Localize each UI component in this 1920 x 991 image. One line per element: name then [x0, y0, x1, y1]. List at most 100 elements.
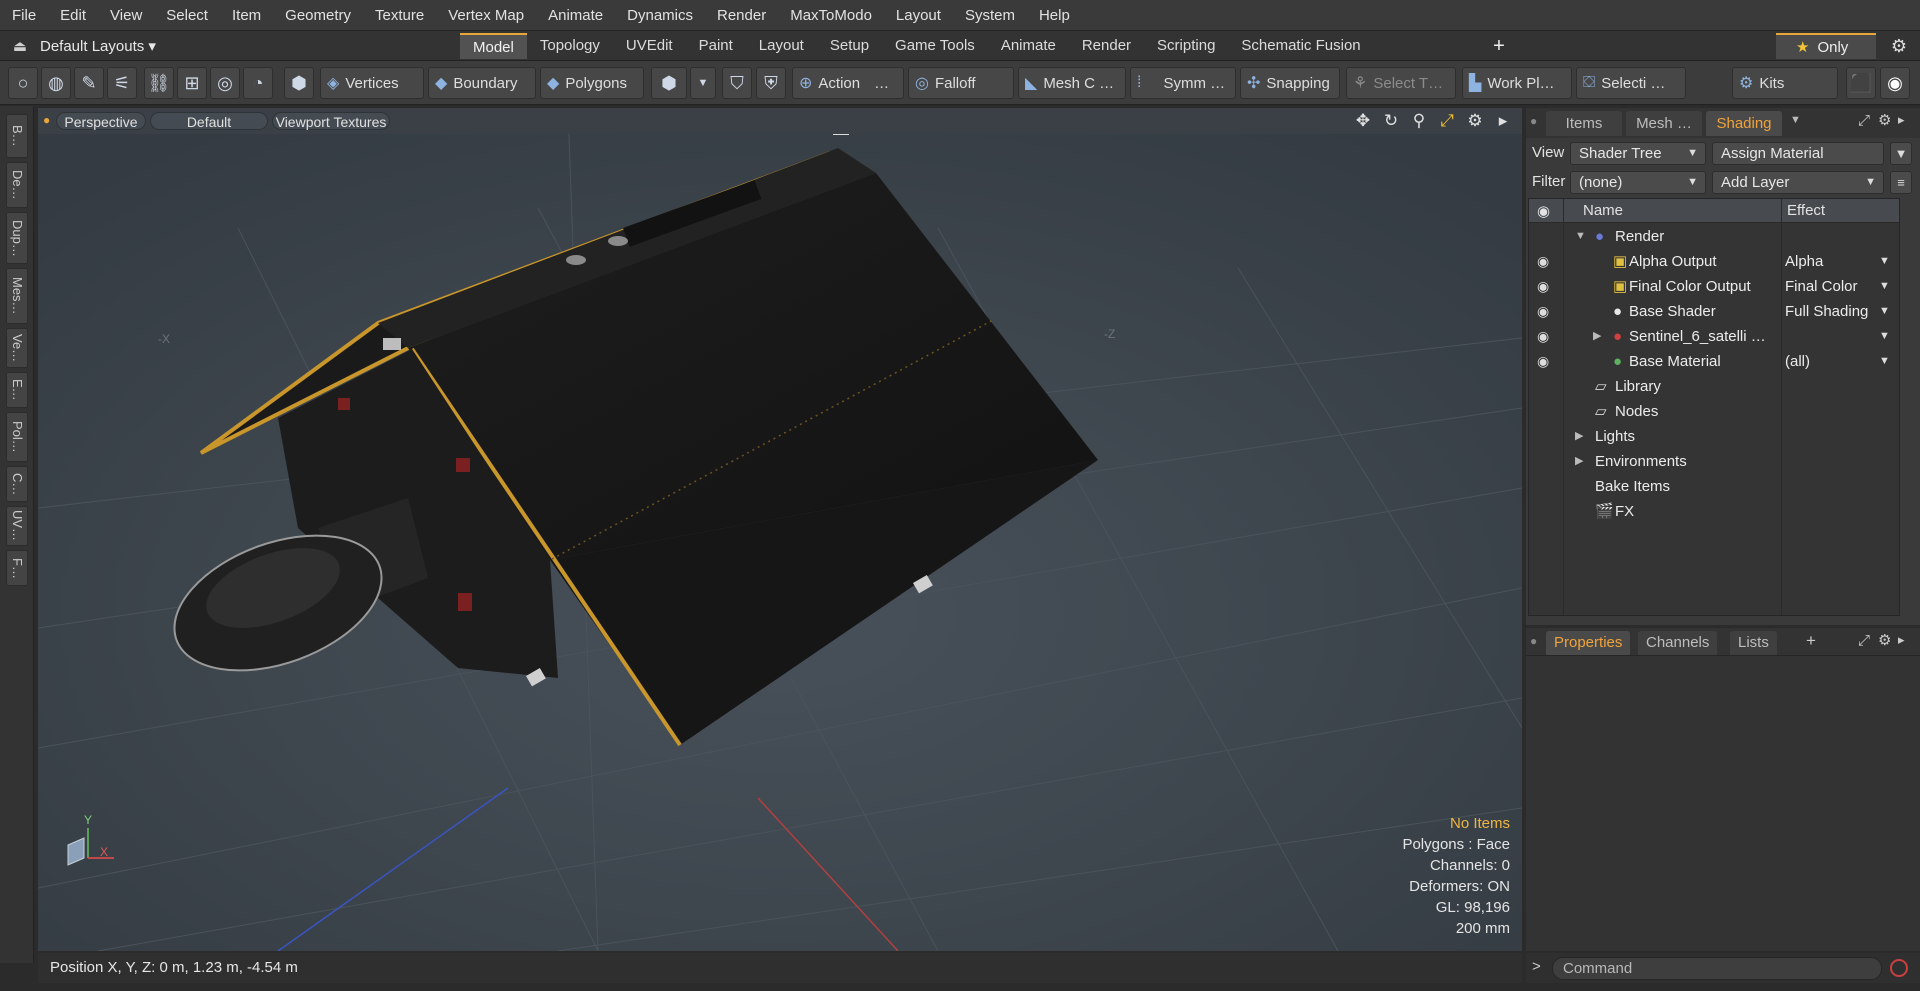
menu-layout[interactable]: Layout: [884, 0, 953, 31]
select-mode-circle-icon[interactable]: ○: [8, 67, 38, 99]
gear-icon[interactable]: ⚙: [1884, 31, 1914, 61]
chevron-down-icon[interactable]: ▼: [690, 67, 716, 99]
tab-channels[interactable]: Channels: [1638, 631, 1718, 655]
eye-icon[interactable]: ◉: [1537, 274, 1549, 299]
left-tab-vertex[interactable]: Ve…: [6, 328, 28, 368]
tab-animate[interactable]: Animate: [988, 33, 1069, 59]
cube-icon[interactable]: ⬛: [1846, 67, 1876, 99]
tree-row-fx[interactable]: 🎬 FX: [1529, 499, 1899, 524]
tree-row-sentinel-material[interactable]: ◉ ▶ ● Sentinel_6_satelli … ▼: [1529, 324, 1899, 349]
tree-row-base-shader[interactable]: ◉ ● Base Shader Full Shading ▼: [1529, 299, 1899, 324]
panel-settings-icon[interactable]: ⚙: [1878, 111, 1891, 129]
left-tab-polygon[interactable]: Pol…: [6, 412, 28, 462]
item-mode-icon[interactable]: ⬢: [284, 67, 314, 99]
effect-dropdown-icon[interactable]: ▼: [1879, 274, 1890, 299]
tab-shading[interactable]: Shading: [1706, 111, 1782, 136]
left-tab-uv[interactable]: UV…: [6, 506, 28, 546]
menu-view[interactable]: View: [98, 0, 154, 31]
tab-items[interactable]: Items: [1546, 111, 1622, 136]
left-tab-edge[interactable]: E…: [6, 372, 28, 408]
expand-triangle-icon[interactable]: ▶: [1575, 449, 1583, 474]
polygons-button[interactable]: ◆ Polygons: [540, 67, 644, 99]
material-mode-icon[interactable]: ⬢: [651, 67, 687, 99]
record-macro-icon[interactable]: [1890, 959, 1908, 977]
tab-mesh[interactable]: Mesh …: [1626, 111, 1702, 136]
menu-select[interactable]: Select: [154, 0, 220, 31]
expand-triangle-icon[interactable]: ▶: [1575, 424, 1583, 449]
panel-more-icon[interactable]: ▸: [1898, 112, 1905, 128]
falloff-button[interactable]: ◎ Falloff: [908, 67, 1014, 99]
menu-geometry[interactable]: Geometry: [273, 0, 363, 31]
collapse-triangle-icon[interactable]: ▼: [1575, 224, 1586, 249]
add-layer-select[interactable]: Add Layer ▼: [1712, 171, 1884, 194]
effect-dropdown-icon[interactable]: ▼: [1879, 249, 1890, 274]
tree-row-render[interactable]: ▼ ● Render: [1529, 224, 1899, 249]
menu-render[interactable]: Render: [705, 0, 778, 31]
unreal-icon[interactable]: ◉: [1880, 67, 1910, 99]
menu-vertex-map[interactable]: Vertex Map: [436, 0, 536, 31]
maximize-panel-icon[interactable]: ⤢: [1858, 632, 1870, 649]
selection-sets-button[interactable]: ⛋ Selecti …: [1576, 67, 1686, 99]
assign-material-button[interactable]: Assign Material: [1712, 142, 1884, 165]
viewport-dot-icon[interactable]: ●: [43, 113, 50, 127]
3d-viewport[interactable]: -X -Z Y X ● Perspective Default Viewport…: [38, 108, 1522, 951]
left-tab-mesh[interactable]: Mes…: [6, 268, 28, 324]
tab-paint[interactable]: Paint: [686, 33, 746, 59]
tab-render[interactable]: Render: [1069, 33, 1144, 59]
add-tab-button[interactable]: +: [1486, 31, 1512, 61]
shading-default-button[interactable]: Default: [150, 112, 268, 130]
vertices-button[interactable]: ◈ Vertices: [320, 67, 424, 99]
rotate-view-icon[interactable]: ↻: [1380, 111, 1402, 131]
default-layouts-dropdown[interactable]: Default Layouts ▾: [40, 37, 190, 55]
pen-icon[interactable]: ✎: [74, 67, 104, 99]
shield-alt-icon[interactable]: ⛨: [756, 67, 786, 99]
left-tab-basic[interactable]: B…: [6, 114, 28, 158]
list-icon[interactable]: ≡: [1890, 171, 1912, 194]
tree-row-alpha-output[interactable]: ◉ ▣ Alpha Output Alpha ▼: [1529, 249, 1899, 274]
timer-icon[interactable]: ◔: [243, 67, 273, 99]
tree-item-effect[interactable]: Full Shading: [1785, 299, 1893, 324]
menu-system[interactable]: System: [953, 0, 1027, 31]
zoom-view-icon[interactable]: ⚲: [1408, 111, 1430, 131]
effect-dropdown-icon[interactable]: ▼: [1879, 349, 1890, 374]
left-tab-curve[interactable]: C…: [6, 466, 28, 502]
tree-row-nodes[interactable]: ▱ Nodes: [1529, 399, 1899, 424]
tab-uvedit[interactable]: UVEdit: [613, 33, 686, 59]
menu-edit[interactable]: Edit: [48, 0, 98, 31]
grid-icon[interactable]: ⊞: [177, 67, 207, 99]
tree-row-lights[interactable]: ▶ Lights: [1529, 424, 1899, 449]
action-center-button[interactable]: ⊕ Action…: [792, 67, 904, 99]
eye-icon[interactable]: ◉: [1537, 249, 1549, 274]
viewport-settings-icon[interactable]: ⚙: [1464, 111, 1486, 131]
work-plane-button[interactable]: ▙ Work Pl…: [1462, 67, 1572, 99]
panel-settings-icon[interactable]: ⚙: [1878, 631, 1891, 649]
eye-icon[interactable]: ◉: [1537, 349, 1549, 374]
symmetry-button[interactable]: ⁞ Symm …: [1130, 67, 1236, 99]
tab-setup[interactable]: Setup: [817, 33, 882, 59]
tree-item-effect[interactable]: Final Color: [1785, 274, 1893, 299]
maximize-panel-icon[interactable]: ⤢: [1858, 112, 1870, 129]
shield-icon[interactable]: ⛉: [722, 67, 752, 99]
view-select[interactable]: Shader Tree ▼: [1570, 142, 1706, 165]
chain-icon[interactable]: ⛓: [144, 67, 174, 99]
tree-row-bake-items[interactable]: Bake Items: [1529, 474, 1899, 499]
tab-scripting[interactable]: Scripting: [1144, 33, 1228, 59]
brush-icon[interactable]: ⚟: [107, 67, 137, 99]
tab-schematic-fusion[interactable]: Schematic Fusion: [1228, 33, 1373, 59]
move-view-icon[interactable]: ✥: [1352, 111, 1374, 131]
menu-animate[interactable]: Animate: [536, 0, 615, 31]
boundary-button[interactable]: ◆ Boundary: [428, 67, 536, 99]
viewport-textures-button[interactable]: Viewport Textures: [272, 112, 390, 130]
only-button[interactable]: ★ Only: [1776, 33, 1876, 59]
tree-row-final-color-output[interactable]: ◉ ▣ Final Color Output Final Color ▼: [1529, 274, 1899, 299]
tree-row-environments[interactable]: ▶ Environments: [1529, 449, 1899, 474]
menu-help[interactable]: Help: [1027, 0, 1082, 31]
left-tab-fusion[interactable]: F…: [6, 550, 28, 586]
expand-triangle-icon[interactable]: ▶: [1593, 324, 1601, 349]
maximize-view-icon[interactable]: ⤢: [1436, 111, 1458, 131]
left-tab-duplicate[interactable]: Dup…: [6, 212, 28, 264]
tabs-dropdown-icon[interactable]: ▼: [1790, 114, 1801, 126]
eye-icon[interactable]: ◉: [1537, 299, 1549, 324]
tree-item-effect[interactable]: (all): [1785, 349, 1893, 374]
filter-icon[interactable]: ▼: [1890, 142, 1912, 165]
